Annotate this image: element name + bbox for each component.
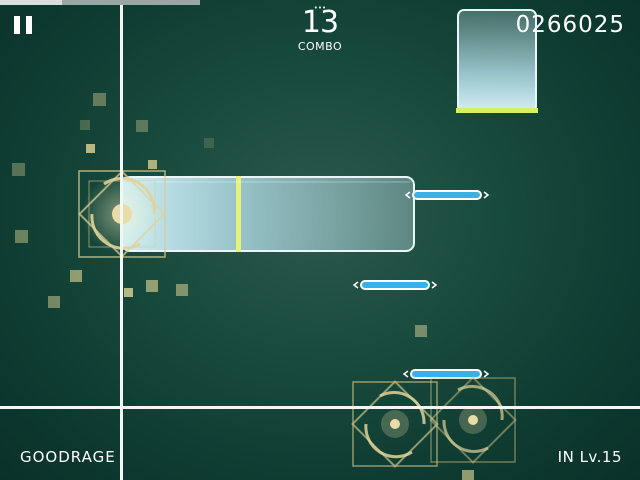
hit-effect-bottom (351, 376, 517, 468)
player-name: GOODRAGE (20, 448, 116, 466)
hold-judge-marker (236, 176, 241, 252)
flick-note (402, 369, 490, 379)
score: 0266025 (515, 12, 625, 38)
song-progress-bar (0, 0, 200, 5)
flick-note (352, 280, 438, 290)
flick-note (404, 190, 490, 200)
horizontal-judgment-line (0, 406, 640, 409)
combo-label: COMBO (297, 40, 343, 53)
hold-end-glow (456, 108, 538, 113)
combo-count: 13 (301, 5, 339, 40)
pause-icon-bar (26, 16, 32, 34)
song-progress-fill (0, 0, 62, 5)
game-stage: ••• 13 COMBO 0266025 GOODRAGE IN Lv.15 (0, 0, 640, 480)
pause-button[interactable] (14, 16, 32, 34)
difficulty-level: IN Lv.15 (557, 448, 622, 466)
pause-icon (14, 16, 20, 34)
